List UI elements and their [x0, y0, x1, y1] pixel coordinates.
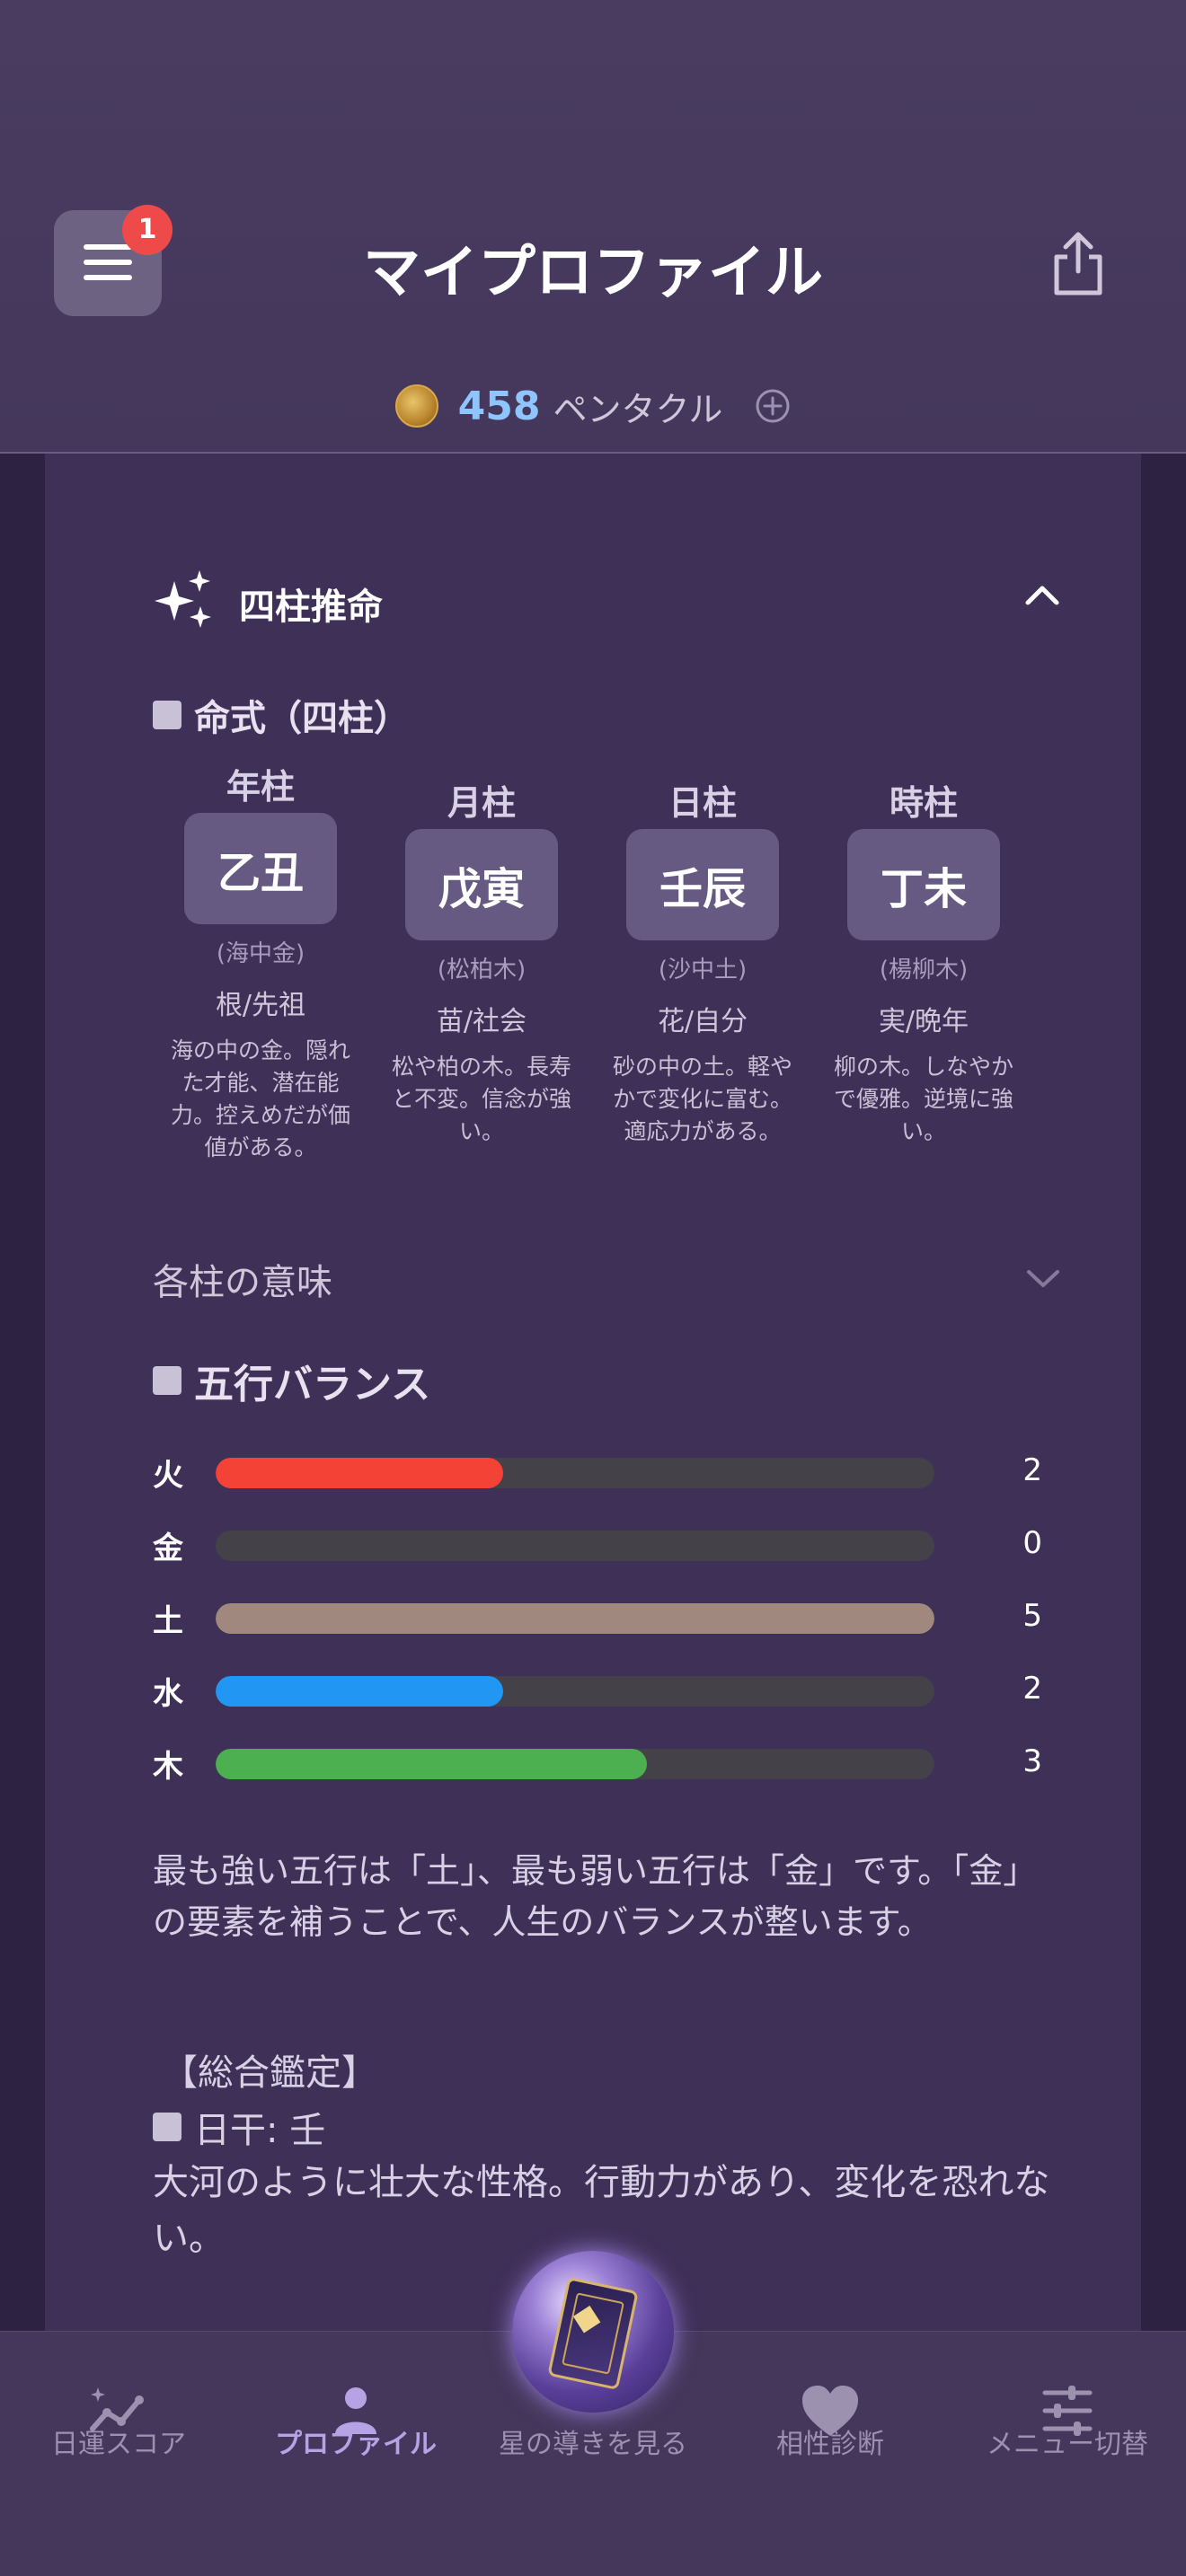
pillar-meaning-accordion[interactable]: 各柱の意味: [153, 1244, 1087, 1307]
balance-value: 2: [1022, 1671, 1042, 1707]
header: 1 マイプロファイル 458 ペンタクル: [0, 0, 1186, 454]
balance-fill: [216, 1603, 934, 1634]
coin-balance: 458 ペンタクル: [0, 379, 1186, 433]
square-bullet-icon: [153, 701, 181, 729]
chevron-down-icon: [1027, 1270, 1059, 1287]
balance-value: 3: [1022, 1743, 1042, 1779]
balance-label: 金: [153, 1531, 183, 1566]
balance-summary: 最も強い五行は「土」、最も弱い五行は「金」です。「金」の要素を補うことで、人生の…: [153, 1851, 1038, 1942]
pillar-description: 海の中の金。隠れた才能、潜在能力。控えめだが価値がある。: [170, 1037, 350, 1160]
pentacle-coin-icon: [394, 384, 438, 428]
nav-label: 相性診断: [776, 2429, 884, 2460]
balance-label: 木: [153, 1749, 183, 1785]
balance-row: 火2: [153, 1451, 1087, 1523]
pillar-name: 時柱: [889, 783, 958, 823]
pillar-name: 年柱: [226, 767, 295, 807]
nav-menu-switch[interactable]: メニュー切替: [949, 2332, 1186, 2511]
section-header[interactable]: 四柱推命: [153, 561, 1087, 633]
pillar-stem-branch[interactable]: 壬辰: [626, 829, 779, 940]
pillar-description: 松や柏の木。長寿と不変。信念が強い。: [391, 1054, 571, 1144]
balance-track: [216, 1749, 934, 1779]
pillar-meaning: 苗/社会: [436, 1006, 527, 1037]
pillar-stem-branch[interactable]: 丁未: [847, 829, 1000, 940]
day-stem-description: 大河のように壮大な性格。行動力があり、変化を恐れない。: [153, 2162, 1050, 2259]
balance-subheading-text: 五行バランス: [194, 1362, 431, 1407]
coin-count: 458: [457, 383, 541, 429]
balance-fill: [216, 1676, 503, 1707]
pillars-grid: 年柱 乙丑 (海中金) 根/先祖 海の中の金。隠れた才能、潜在能力。控えめだが価…: [153, 759, 1051, 1208]
pillar-meaning: 根/先祖: [215, 990, 306, 1021]
pillar-description: 砂の中の土。軽やかで変化に富む。適応力がある。: [612, 1054, 792, 1144]
balance-fill: [216, 1458, 503, 1488]
pillar-element: (海中金): [216, 940, 305, 967]
balance-fill: [216, 1749, 647, 1779]
balance-track: [216, 1458, 934, 1488]
nav-label: メニュー切替: [987, 2429, 1148, 2460]
balance-track: [216, 1531, 934, 1561]
pillar-month: 月柱 戊寅 (松柏木) 苗/社会 松や柏の木。長寿と不変。信念が強い。: [374, 775, 589, 1148]
pillar-meaning: 花/自分: [657, 1006, 748, 1037]
nav-profile[interactable]: プロファイル: [237, 2332, 474, 2511]
four-pillars-card: 四柱推命 命式（四柱） 年柱 乙丑 (海中金) 根/先祖 海の中の金。隠れた才能…: [45, 454, 1141, 2331]
tarot-orb-icon[interactable]: [512, 2251, 674, 2413]
balance-row: 土5: [153, 1596, 1087, 1669]
pillar-element: (松柏木): [437, 957, 527, 984]
pillar-day: 日柱 壬辰 (沙中土) 花/自分 砂の中の土。軽やかで変化に富む。適応力がある。: [595, 775, 810, 1148]
balance-label: 火: [153, 1458, 183, 1494]
nav-label: 星の導きを見る: [499, 2429, 687, 2460]
share-icon[interactable]: [1048, 230, 1109, 298]
chart-subheading-text: 命式（四柱）: [194, 698, 410, 739]
pillar-name: 日柱: [668, 783, 737, 823]
pillar-name: 月柱: [447, 783, 516, 823]
balance-row: 水2: [153, 1669, 1087, 1742]
page-title: マイプロファイル: [363, 240, 823, 306]
pillar-element: (沙中土): [658, 957, 748, 984]
chart-subheading: 命式（四柱）: [153, 689, 410, 741]
balance-row: 木3: [153, 1742, 1087, 1814]
pillar-year: 年柱 乙丑 (海中金) 根/先祖 海の中の金。隠れた才能、潜在能力。控えめだが価…: [153, 759, 368, 1164]
pillar-element: (楊柳木): [879, 957, 969, 984]
hamburger-icon: [84, 244, 132, 290]
nav-compatibility[interactable]: 相性診断: [712, 2332, 949, 2511]
balance-label: 水: [153, 1676, 183, 1712]
section-title: 四柱推命: [239, 587, 383, 628]
balance-label: 土: [153, 1603, 183, 1639]
day-stem-line: 日干: 壬: [153, 2101, 325, 2153]
square-bullet-icon: [153, 1366, 181, 1395]
balance-value: 5: [1022, 1598, 1042, 1634]
balance-track: [216, 1603, 934, 1634]
add-coins-icon[interactable]: [755, 388, 791, 424]
balance-value: 2: [1022, 1452, 1042, 1488]
balance-subheading: 五行バランス: [153, 1352, 430, 1409]
pillar-stem-branch[interactable]: 戊寅: [405, 829, 558, 940]
nav-label: 日運スコア: [51, 2429, 186, 2460]
pillar-description: 柳の木。しなやかで優雅。逆境に強い。: [833, 1054, 1013, 1144]
five-elements-balance: 火2金0土5水2木3: [153, 1451, 1087, 1814]
pillar-meaning: 実/晩年: [878, 1006, 969, 1037]
pillar-meaning-label: 各柱の意味: [153, 1262, 332, 1303]
notification-badge: 1: [122, 205, 173, 255]
pillar-stem-branch[interactable]: 乙丑: [184, 813, 337, 924]
square-bullet-icon: [153, 2113, 181, 2141]
day-stem: 日干: 壬: [194, 2110, 326, 2151]
nav-label: プロファイル: [275, 2429, 437, 2460]
overall-reading-title: 【総合鑑定】: [162, 2052, 377, 2094]
balance-row: 金0: [153, 1523, 1087, 1596]
side-shadow-left: [0, 454, 45, 2331]
sparkle-icon: [155, 570, 211, 628]
balance-track: [216, 1676, 934, 1707]
pillar-hour: 時柱 丁未 (楊柳木) 実/晩年 柳の木。しなやかで優雅。逆境に強い。: [816, 775, 1031, 1148]
coin-label: ペンタクル: [553, 389, 723, 429]
chevron-up-icon[interactable]: [1022, 581, 1062, 608]
nav-daily-score[interactable]: 日運スコア: [0, 2332, 237, 2511]
side-shadow-right: [1141, 454, 1186, 2331]
tarot-card-icon: [547, 2276, 639, 2391]
balance-value: 0: [1022, 1525, 1042, 1561]
